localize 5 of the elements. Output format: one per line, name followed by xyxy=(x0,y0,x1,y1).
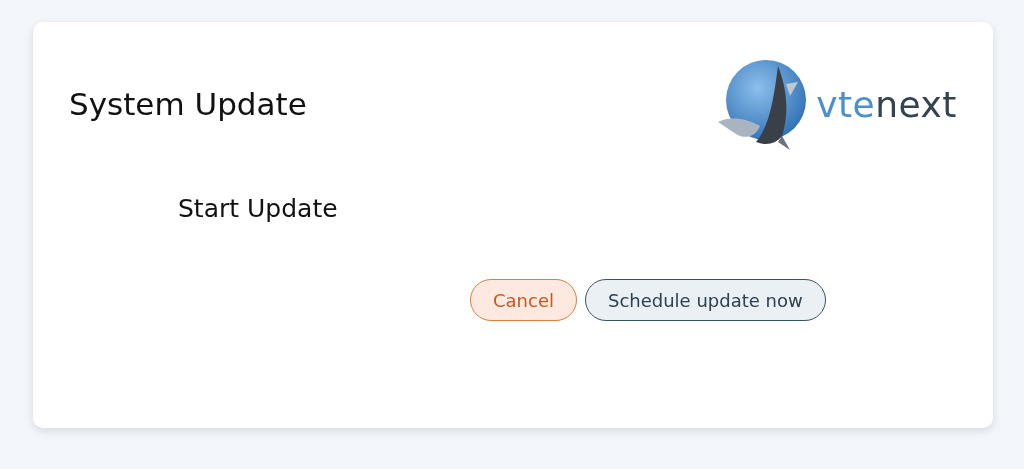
dialog-message: Start Update xyxy=(178,194,338,223)
cancel-button[interactable]: Cancel xyxy=(470,279,577,321)
schedule-button[interactable]: Schedule update now xyxy=(585,279,826,321)
logo-wordmark: vtenext xyxy=(816,83,957,125)
dialog-title: System Update xyxy=(69,86,307,122)
